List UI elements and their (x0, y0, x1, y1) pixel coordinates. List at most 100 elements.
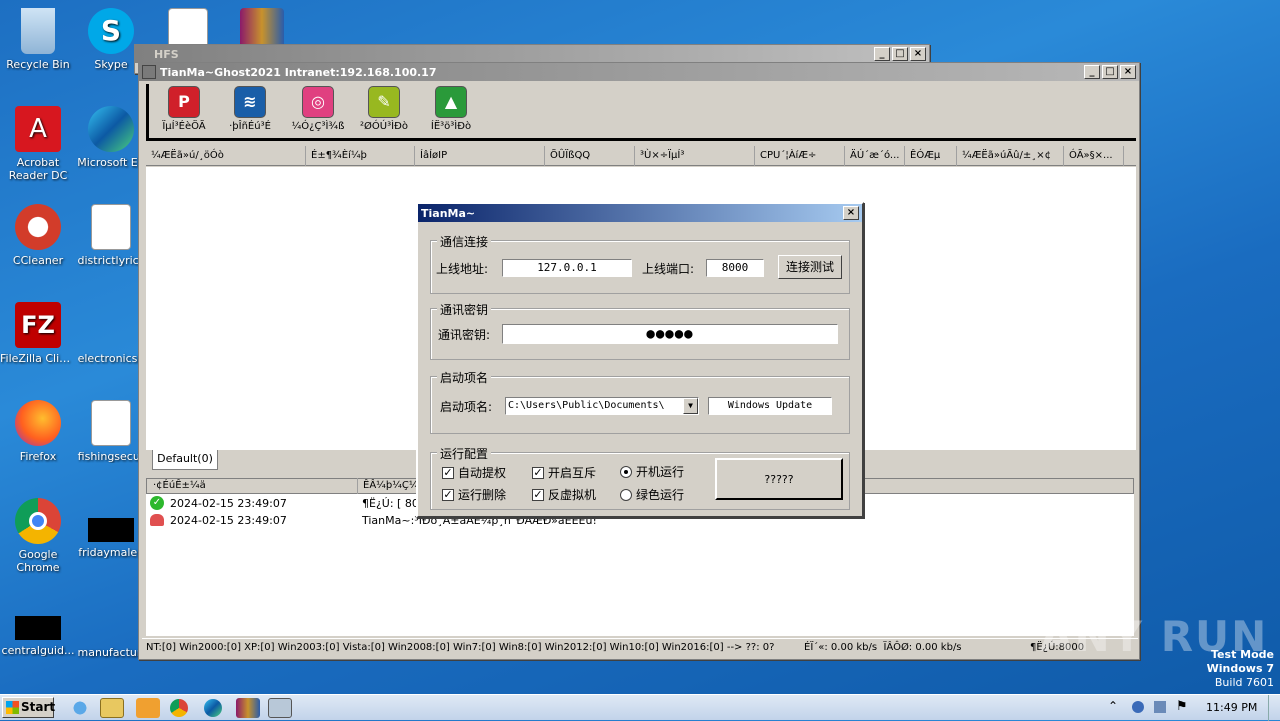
close-icon[interactable]: × (843, 206, 859, 220)
column-header[interactable]: ÊÓÆµ (905, 146, 957, 166)
dialog-titlebar[interactable]: TianMa~ × (418, 204, 862, 222)
radio-label: 开机运行 (636, 465, 685, 479)
ie-icon[interactable] (68, 698, 92, 718)
main-title: TianMa~Ghost2021 Intranet:192.168.100.17 (160, 65, 437, 79)
blank-file-icon (88, 302, 134, 348)
key-label: 通讯密钥: (438, 328, 491, 342)
tray-flag-icon[interactable]: ⚑ (1176, 699, 1188, 714)
desktop-icon-label: Firefox (19, 450, 57, 463)
toolbar-packer-button[interactable]: ◎ ¼Ó¿Ç³Ì¾ß (288, 86, 348, 132)
desktop-icon-chrome[interactable]: Google Chrome (0, 498, 76, 574)
radio-selected[interactable] (620, 465, 632, 478)
test-mode-label: Test Mode (1211, 648, 1274, 661)
close-icon[interactable]: × (910, 47, 926, 61)
column-header[interactable]: ¼ÆËã»úÃû/±¸×¢ (957, 146, 1064, 166)
show-desktop-button[interactable] (1268, 695, 1280, 721)
toolbar-label: ÏµÍ³ÉèÖÃ (162, 121, 206, 132)
black-file-icon (88, 518, 134, 542)
chrome-icon (15, 498, 61, 544)
checkbox-checked[interactable]: ✓ (442, 466, 454, 479)
start-button[interactable]: Start (2, 697, 56, 718)
acrobat-icon: A (15, 106, 61, 152)
generate-button[interactable]: ????? (715, 458, 843, 500)
tray-arrow-icon[interactable]: ⌃ (1108, 699, 1118, 713)
green-run-radio[interactable]: 绿色运行 (620, 486, 684, 503)
checkbox-label: 开启互斥 (548, 466, 597, 480)
toolbar-build-button[interactable]: ≋ ·þÎñÉú³É (220, 86, 280, 132)
desktop-icon-filezilla[interactable]: FZ FileZilla Client (0, 302, 76, 365)
address-input[interactable]: 127.0.0.1 (502, 259, 632, 277)
info-icon (150, 514, 164, 526)
success-icon: ✓ (150, 496, 164, 510)
status-bar: NT:[0] Win2000:[0] XP:[0] Win2003:[0] Vi… (142, 638, 1138, 658)
startup-path-value: C:\Users\Public\Documents\ (508, 400, 665, 411)
windows-logo-icon (6, 701, 19, 714)
port-input[interactable]: 8000 (706, 259, 764, 277)
winrar-icon[interactable] (236, 698, 260, 718)
toolbar-settings-button[interactable]: P ÏµÍ³ÉèÖÃ (154, 86, 214, 132)
boot-run-radio[interactable]: 开机运行 (620, 463, 684, 480)
startup-path-select[interactable]: C:\Users\Public\Documents\ ▼ (505, 397, 699, 415)
os-build-label: Build 7601 (1214, 676, 1274, 689)
hfs-titlebar[interactable]: HFS _ □ × (135, 45, 929, 63)
desktop-icon-acrobat[interactable]: A Acrobat Reader DC (0, 106, 76, 182)
column-header[interactable]: ÕÛÏßQQ (545, 146, 635, 166)
column-header[interactable]: ¼ÆËã»ú/¸öÓò (146, 146, 306, 166)
checkbox-checked[interactable]: ✓ (532, 488, 544, 501)
column-header[interactable]: É±¶¾Èí¼þ (306, 146, 415, 166)
checkbox-label: 自动提权 (458, 466, 507, 480)
column-header[interactable]: ÄÚ´æ´ó... (845, 146, 905, 166)
desktop-icon-label: CCleaner (12, 254, 64, 267)
clock[interactable]: 11:49 PM (1206, 701, 1257, 714)
startup-name-input[interactable]: Windows Update (708, 397, 832, 415)
toolbar-exit-button[interactable]: ▲ ÍË³ö³ÌÐò (421, 86, 481, 132)
desktop-icon-recycle-bin[interactable]: Recycle Bin (0, 8, 76, 71)
stack-icon: ≋ (234, 86, 266, 118)
tray-help-icon[interactable] (1132, 701, 1144, 713)
radio-unselected[interactable] (620, 488, 632, 501)
explorer-icon[interactable] (100, 698, 124, 718)
mutex-checkbox[interactable]: ✓ 开启互斥 (532, 464, 596, 481)
toolbar-bottom-line (146, 138, 1136, 141)
toolbar-hide-button[interactable]: ✎ ²ØÓÚ³ÌÐò (354, 86, 414, 132)
desktop-icon-ccleaner[interactable]: CCleaner (0, 204, 76, 267)
ccleaner-icon (15, 204, 61, 250)
tab-default[interactable]: Default(0) (152, 450, 218, 470)
key-input[interactable]: ●●●●● (502, 324, 838, 344)
word-document-icon (91, 400, 131, 446)
maximize-icon[interactable]: □ (892, 47, 908, 61)
minimize-icon[interactable]: _ (874, 47, 890, 61)
maximize-icon[interactable]: □ (1102, 65, 1118, 79)
chevron-down-icon[interactable]: ▼ (683, 398, 698, 414)
log-column-time[interactable]: ·¢ÉúÊ±¼ä (148, 478, 358, 494)
column-header[interactable]: CPU´¦ÀíÆ÷ (755, 146, 845, 166)
edge-icon[interactable] (204, 699, 222, 717)
group-title: 运行配置 (437, 445, 492, 462)
column-header[interactable]: ³Ù×÷ÏµÍ³ (635, 146, 755, 166)
minimize-icon[interactable]: _ (1084, 65, 1100, 79)
column-header[interactable]: ÓÃ»§×... (1064, 146, 1124, 166)
column-header[interactable]: ÍâÍøIP (415, 146, 545, 166)
anti-vm-checkbox[interactable]: ✓ 反虚拟机 (532, 486, 596, 503)
chrome-icon[interactable] (170, 699, 188, 717)
main-titlebar[interactable]: TianMa~Ghost2021 Intranet:192.168.100.17… (139, 63, 1139, 81)
checkbox-checked[interactable]: ✓ (442, 488, 454, 501)
start-label: Start (21, 700, 56, 714)
os-info: Test Mode Windows 7 Build 7601 (1207, 648, 1274, 690)
dialog-title: TianMa~ (421, 206, 476, 220)
run-delete-checkbox[interactable]: ✓ 运行删除 (442, 486, 506, 503)
media-player-icon[interactable] (136, 698, 160, 718)
tray-network-icon[interactable] (1154, 701, 1166, 713)
desktop-icon-label: Google Chrome (16, 548, 60, 574)
tianma-taskbar-icon[interactable] (268, 698, 292, 718)
port-label: 上线端口: (642, 262, 695, 276)
skype-icon: S (88, 8, 134, 54)
checkbox-checked[interactable]: ✓ (532, 466, 544, 479)
connection-test-button[interactable]: 连接测试 (778, 255, 842, 279)
desktop-icon-firefox[interactable]: Firefox (0, 400, 76, 463)
os-name-label: Windows 7 (1206, 662, 1274, 675)
auto-elevate-checkbox[interactable]: ✓ 自动提权 (442, 464, 506, 481)
close-icon[interactable]: × (1120, 65, 1136, 79)
desktop-icon-centralguid[interactable]: centralguid... (0, 596, 76, 657)
status-speed: ÉÏ´«: 0.00 kb/s ÏÂÔØ: 0.00 kb/s (804, 642, 962, 653)
